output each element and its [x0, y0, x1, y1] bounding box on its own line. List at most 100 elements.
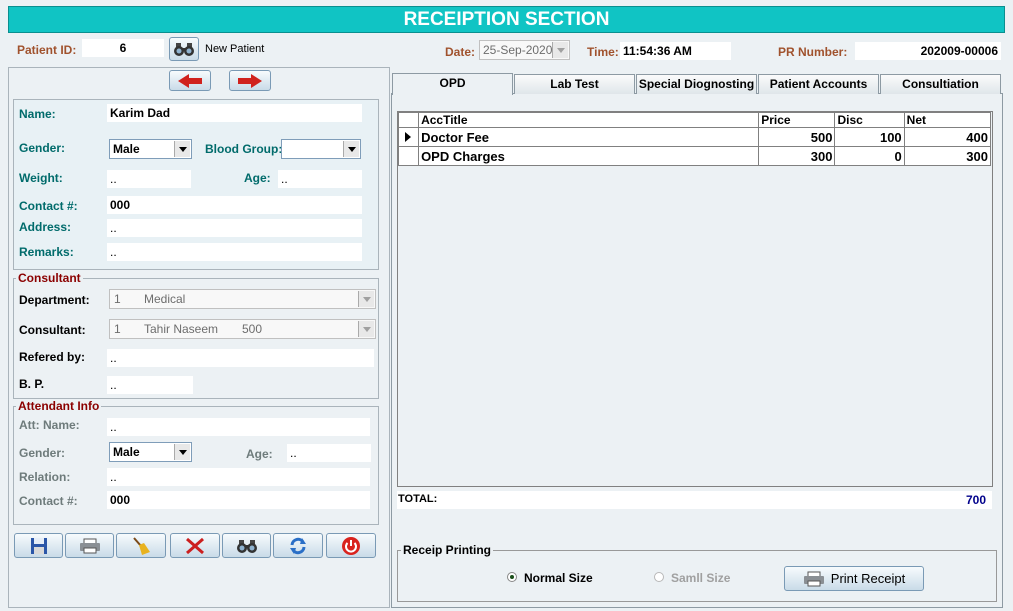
relation-label: Relation: — [19, 470, 71, 484]
blood-group-select[interactable] — [281, 139, 361, 159]
red-x-icon — [186, 537, 204, 554]
time-field: 11:54:36 AM — [620, 42, 731, 60]
exit-button[interactable] — [326, 533, 376, 558]
contact-field[interactable]: 000 — [107, 196, 362, 214]
tab-lab-test[interactable]: Lab Test — [514, 74, 635, 94]
floppy-disk-icon — [30, 537, 47, 554]
power-icon — [342, 536, 360, 555]
attendant-contact-field[interactable]: 000 — [107, 491, 370, 509]
name-label: Name: — [19, 107, 56, 121]
refresh-button[interactable] — [273, 533, 323, 558]
new-patient-label: New Patient — [205, 43, 265, 55]
cell-acctitle[interactable]: OPD Charges — [418, 146, 760, 166]
search-button[interactable] — [222, 533, 271, 558]
refered-by-label: Refered by: — [19, 350, 86, 364]
age-field[interactable]: .. — [278, 170, 362, 188]
cell-disc[interactable]: 0 — [834, 146, 905, 166]
tab-patient-accounts[interactable]: Patient Accounts — [758, 74, 879, 94]
clear-button[interactable] — [116, 533, 166, 558]
chevron-down-icon — [358, 321, 374, 337]
row-pointer-icon — [405, 131, 411, 142]
broom-icon — [133, 536, 150, 555]
name-field[interactable]: Karim Dad — [107, 104, 362, 122]
cell-net[interactable]: 400 — [903, 127, 992, 147]
column-header-acctitle[interactable]: AccTitle — [418, 112, 760, 128]
cell-price[interactable]: 500 — [758, 127, 836, 147]
column-header-net[interactable]: Net — [903, 112, 992, 128]
left-arrow-icon — [178, 73, 202, 88]
address-label: Address: — [19, 220, 72, 234]
patient-id-label: Patient ID: — [17, 43, 77, 57]
previous-record-button[interactable] — [169, 70, 211, 91]
attendant-age-label: Age: — [246, 447, 273, 461]
gender-value: Male — [113, 142, 140, 156]
attendant-gender-value: Male — [113, 445, 140, 459]
attendant-contact-label: Contact #: — [19, 494, 78, 508]
refresh-icon — [290, 537, 306, 554]
small-size-label[interactable]: Samll Size — [671, 571, 730, 585]
weight-label: Weight: — [19, 171, 63, 185]
column-header-price[interactable]: Price — [758, 112, 836, 128]
patient-id-field[interactable]: 6 — [82, 39, 164, 57]
department-select[interactable]: 1 Medical — [109, 289, 376, 309]
department-label: Department: — [19, 293, 90, 307]
attendant-gender-select[interactable]: Male — [109, 442, 192, 462]
normal-size-label[interactable]: Normal Size — [524, 571, 593, 585]
consultant-fee: 500 — [242, 322, 263, 336]
chevron-down-icon — [343, 141, 359, 157]
row-selector-header — [397, 112, 420, 128]
attendant-age-field[interactable]: .. — [287, 444, 371, 462]
total-bar: TOTAL: 700 — [397, 491, 992, 509]
row-selector[interactable] — [397, 127, 420, 147]
bp-label: B. P. — [19, 377, 45, 391]
column-header-disc[interactable]: Disc — [834, 112, 905, 128]
cell-disc[interactable]: 100 — [834, 127, 905, 147]
binoculars-icon — [174, 43, 194, 56]
address-field[interactable]: .. — [107, 219, 362, 237]
gender-select[interactable]: Male — [109, 139, 192, 159]
print-button[interactable] — [65, 533, 114, 558]
table-row[interactable]: OPD Charges 300 0 300 — [397, 146, 992, 166]
table-row[interactable]: Doctor Fee 500 100 400 — [397, 127, 992, 147]
normal-size-radio[interactable] — [507, 572, 517, 582]
tab-opd[interactable]: OPD — [392, 73, 513, 95]
binoculars-icon — [236, 539, 257, 553]
refered-by-field[interactable]: .. — [107, 349, 374, 367]
date-value: 25-Sep-2020 — [483, 43, 553, 57]
search-patient-button[interactable] — [169, 37, 199, 61]
print-receipt-label: Print Receipt — [830, 571, 906, 586]
delete-button[interactable] — [170, 533, 220, 558]
chevron-down-icon — [174, 444, 190, 460]
small-size-radio[interactable] — [654, 572, 664, 582]
tab-consultiation[interactable]: Consultiation — [880, 74, 1001, 94]
pr-number-field: 202009-00006 — [855, 42, 1001, 60]
cell-net[interactable]: 300 — [903, 146, 992, 166]
row-selector[interactable] — [397, 146, 420, 166]
gender-label: Gender: — [19, 141, 66, 155]
cell-price[interactable]: 300 — [758, 146, 836, 166]
tab-special-diognosting[interactable]: Special Diognosting — [636, 74, 757, 94]
relation-field[interactable]: .. — [107, 468, 370, 486]
consultant-select[interactable]: 1 Tahir Naseem 500 — [109, 319, 376, 339]
attendant-gender-label: Gender: — [19, 446, 66, 460]
next-record-button[interactable] — [229, 70, 271, 91]
opd-grid[interactable]: AccTitle Price Disc Net Doctor Fee 500 1… — [397, 111, 993, 487]
save-button[interactable] — [14, 533, 63, 558]
window-title: RECEIPTION SECTION — [8, 6, 1005, 33]
remarks-field[interactable]: .. — [107, 243, 362, 261]
consultant-code: 1 — [114, 322, 121, 336]
chevron-down-icon — [174, 141, 190, 157]
grid-header-row: AccTitle Price Disc Net — [397, 112, 992, 128]
attendant-name-field[interactable]: .. — [107, 418, 370, 436]
bp-field[interactable]: .. — [107, 376, 193, 394]
date-picker[interactable]: 25-Sep-2020 — [479, 40, 570, 60]
cell-acctitle[interactable]: Doctor Fee — [418, 127, 760, 147]
weight-field[interactable]: .. — [107, 170, 191, 188]
printer-icon — [79, 538, 100, 553]
print-receipt-button[interactable]: Print Receipt — [784, 566, 924, 591]
total-label: TOTAL: — [398, 493, 438, 505]
blood-group-label: Blood Group: — [205, 142, 283, 156]
attendant-group-title: Attendant Info — [16, 399, 102, 413]
contact-label: Contact #: — [19, 199, 78, 213]
chevron-down-icon — [358, 291, 374, 307]
